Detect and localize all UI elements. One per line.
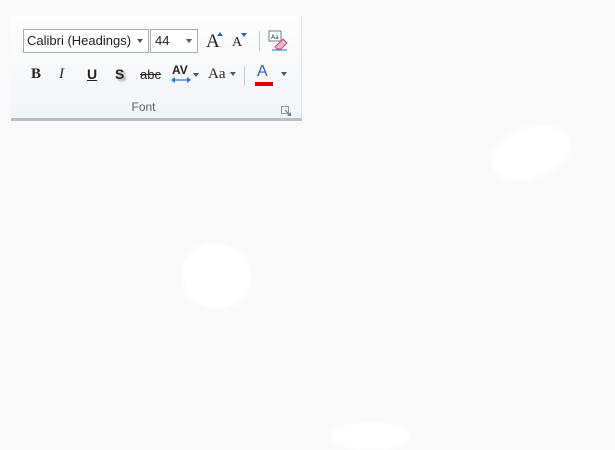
background-blob [483, 115, 579, 191]
font-size-combo[interactable]: 44 [150, 29, 198, 53]
font-name-combo[interactable]: Calibri (Headings) [23, 29, 149, 53]
grow-font-button[interactable]: A [203, 29, 225, 53]
text-shadow-icon: S [115, 66, 125, 82]
font-size-value: 44 [155, 33, 170, 48]
group-label: Font [131, 100, 156, 114]
bold-button[interactable]: B [25, 64, 47, 86]
chevron-down-icon [186, 39, 192, 43]
font-color-button[interactable]: A [251, 62, 287, 88]
shrink-font-button[interactable]: A [229, 29, 251, 53]
italic-button[interactable]: I [53, 64, 75, 86]
font-size-dropdown-button[interactable] [182, 30, 197, 52]
italic-icon: I [59, 66, 64, 82]
spacing-arrow-icon [171, 77, 191, 83]
character-spacing-button[interactable]: AV [169, 62, 203, 86]
underline-icon: U [87, 66, 98, 82]
chevron-down-icon [230, 72, 236, 76]
font-color-icon: A [257, 63, 268, 80]
grow-arrow-icon [217, 32, 223, 36]
chevron-down-icon [281, 72, 287, 76]
font-color-swatch [255, 82, 273, 86]
change-case-icon: Aa [208, 66, 226, 82]
background-blob [332, 422, 410, 450]
font-name-dropdown-button[interactable] [133, 30, 148, 52]
separator [244, 66, 245, 86]
strikethrough-icon: abc [140, 67, 161, 82]
clear-formatting-icon: Aa [268, 30, 288, 51]
bold-icon: B [31, 66, 42, 82]
svg-text:Aa: Aa [271, 34, 279, 41]
font-name-value: Calibri (Headings) [27, 33, 132, 48]
chevron-down-icon [193, 73, 199, 77]
chevron-down-icon [137, 39, 143, 43]
font-dialog-launcher[interactable] [281, 104, 292, 117]
underline-button[interactable]: U [81, 64, 103, 86]
strikethrough-button[interactable]: abc [137, 64, 165, 86]
shrink-font-icon: A [232, 35, 243, 50]
character-spacing-label: AV [172, 63, 188, 77]
clear-formatting-button[interactable]: Aa [266, 29, 290, 53]
dialog-launcher-icon [281, 106, 292, 117]
change-case-button[interactable]: Aa [205, 64, 239, 86]
text-shadow-button[interactable]: S [109, 64, 131, 86]
background-blob [183, 244, 251, 308]
separator [259, 31, 260, 51]
shrink-arrow-icon [241, 33, 247, 37]
font-ribbon-group: Calibri (Headings) 44 A A Aa B I U S abc… [11, 16, 302, 121]
